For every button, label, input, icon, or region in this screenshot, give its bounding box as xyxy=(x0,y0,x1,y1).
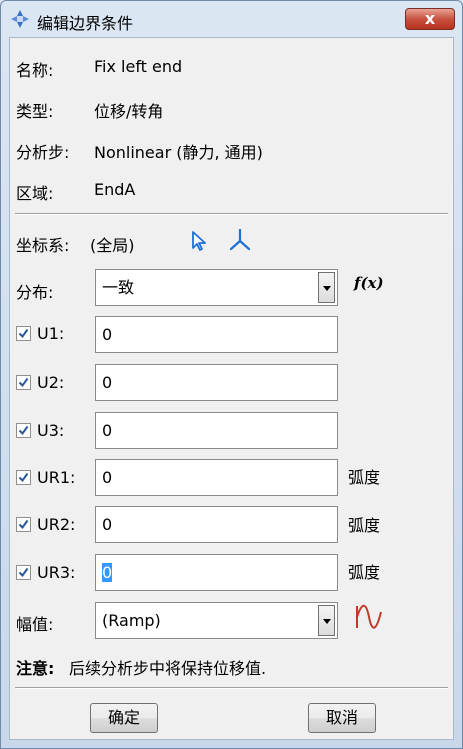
ur2-checkbox[interactable] xyxy=(16,517,31,532)
note-prefix: 注意: xyxy=(16,659,55,678)
window-title: 编辑边界条件 xyxy=(37,14,134,33)
u2-input[interactable]: 0 xyxy=(95,364,338,401)
u3-label: U3: xyxy=(37,421,65,440)
step-value: Nonlinear (静力, 通用) xyxy=(94,143,263,162)
ok-button[interactable]: 确定 xyxy=(90,703,158,733)
csys-label: 坐标系: xyxy=(16,236,70,255)
distribution-select[interactable]: 一致 xyxy=(95,269,338,306)
amplitude-label: 幅值: xyxy=(16,615,54,634)
ur2-unit: 弧度 xyxy=(348,516,381,535)
u3-checkbox[interactable] xyxy=(16,423,31,438)
cancel-button[interactable]: 取消 xyxy=(308,703,376,733)
region-label: 区域: xyxy=(16,184,54,203)
distribution-value: 一致 xyxy=(102,278,135,297)
ur1-checkbox[interactable] xyxy=(16,470,31,485)
type-label: 类型: xyxy=(16,102,54,121)
close-icon: x xyxy=(424,9,436,28)
amplitude-select[interactable]: (Ramp) xyxy=(95,602,338,639)
dialog-window: 编辑边界条件 x 名称: Fix left end 类型: 位移/转角 分析步:… xyxy=(0,0,463,749)
u1-input[interactable]: 0 xyxy=(95,316,338,353)
separator-top xyxy=(15,213,448,215)
chevron-down-icon[interactable] xyxy=(318,605,335,636)
region-value: EndA xyxy=(94,180,136,199)
ur1-label: UR1: xyxy=(37,468,76,487)
u2-label: U2: xyxy=(37,373,65,392)
ur2-input[interactable]: 0 xyxy=(95,506,338,543)
select-csys-icon[interactable] xyxy=(190,230,210,252)
type-value: 位移/转角 xyxy=(94,102,164,121)
dialog-body: 名称: Fix left end 类型: 位移/转角 分析步: Nonlinea… xyxy=(9,37,454,740)
separator-bottom xyxy=(15,687,448,689)
ur3-selected-text: 0 xyxy=(102,563,113,582)
title-bar[interactable]: 编辑边界条件 x xyxy=(1,1,462,37)
ur3-label: UR3: xyxy=(37,563,76,582)
u1-label: U1: xyxy=(37,324,65,343)
ur3-checkbox[interactable] xyxy=(16,565,31,580)
create-csys-icon[interactable] xyxy=(228,228,252,252)
u2-checkbox[interactable] xyxy=(16,375,31,390)
u1-checkbox[interactable] xyxy=(16,326,31,341)
close-button[interactable]: x xyxy=(405,8,455,30)
name-label: 名称: xyxy=(16,61,54,80)
ur1-input[interactable]: 0 xyxy=(95,459,338,496)
ur3-unit: 弧度 xyxy=(348,563,381,582)
amplitude-value: (Ramp) xyxy=(102,611,161,630)
name-value: Fix left end xyxy=(94,57,183,76)
step-label: 分析步: xyxy=(16,143,70,162)
create-field-button[interactable]: f(x) xyxy=(354,274,384,292)
ur3-input[interactable]: 0 xyxy=(95,554,338,591)
amplitude-curve-icon[interactable] xyxy=(354,604,384,630)
chevron-down-icon[interactable] xyxy=(318,272,335,303)
note-text: 后续分析步中将保持位移值. xyxy=(69,659,267,678)
abaqus-app-icon xyxy=(11,10,29,28)
ur2-label: UR2: xyxy=(37,515,76,534)
ur1-unit: 弧度 xyxy=(348,468,381,487)
u3-input[interactable]: 0 xyxy=(95,412,338,449)
distribution-label: 分布: xyxy=(16,283,54,302)
csys-value: (全局) xyxy=(90,236,135,255)
